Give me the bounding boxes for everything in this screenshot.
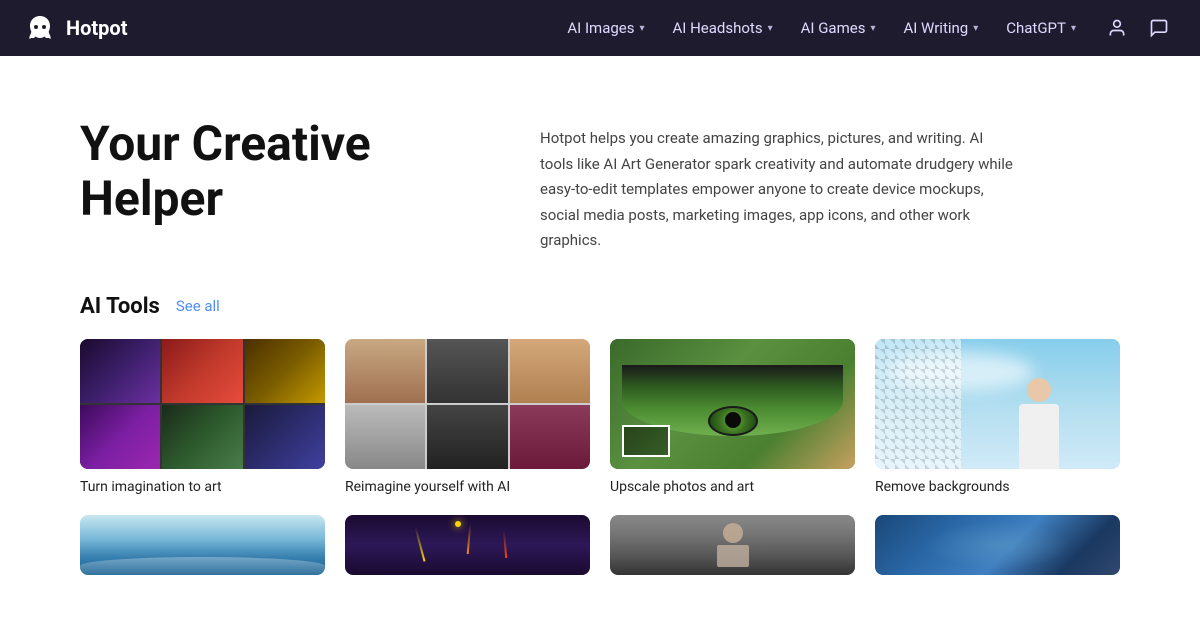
tool-label-remove-bg: Remove backgrounds [875, 479, 1120, 495]
mosaic-cell [427, 339, 507, 403]
mosaic-cell [510, 405, 590, 469]
nav-item-ai-games[interactable]: AI Games ▾ [789, 11, 888, 45]
tool-card-fireworks[interactable] [345, 515, 590, 585]
brand-logo[interactable]: Hotpot [24, 12, 127, 44]
brand-name: Hotpot [66, 16, 127, 40]
hero-right: Hotpot helps you create amazing graphics… [540, 116, 1120, 254]
nav-label-chatgpt: ChatGPT [1006, 19, 1066, 37]
nav-item-ai-headshots[interactable]: AI Headshots ▾ [661, 11, 785, 45]
person-mosaic [345, 339, 590, 469]
tool-card-reimagine[interactable]: Reimagine yourself with AI [345, 339, 590, 495]
navbar: Hotpot AI Images ▾ AI Headshots ▾ AI Gam… [0, 0, 1200, 56]
tools-section-title: AI Tools [80, 294, 160, 319]
user-icon [1107, 18, 1127, 38]
mosaic-cell [162, 339, 242, 403]
mosaic-cell [245, 405, 325, 469]
remove-bg-visual [875, 339, 1120, 469]
tool-image-imagination [80, 339, 325, 469]
chevron-down-icon: ▾ [768, 23, 773, 34]
tool-image-reimagine [345, 339, 590, 469]
navbar-nav: AI Images ▾ AI Headshots ▾ AI Games ▾ AI… [555, 11, 1176, 45]
nav-item-chatgpt[interactable]: ChatGPT ▾ [994, 11, 1088, 45]
tools-section: AI Tools See all Turn imagination to art [0, 294, 1200, 625]
mosaic-cell [510, 339, 590, 403]
tool-image-portrait [610, 515, 855, 575]
hero-left: Your Creative Helper [80, 116, 460, 226]
mosaic-cell [345, 339, 425, 403]
tool-card-remove-bg[interactable]: Remove backgrounds [875, 339, 1120, 495]
tool-label-reimagine: Reimagine yourself with AI [345, 479, 590, 495]
tool-label-imagination: Turn imagination to art [80, 479, 325, 495]
tools-header: AI Tools See all [80, 294, 1120, 319]
nav-label-ai-images: AI Images [567, 19, 634, 37]
hero-description: Hotpot helps you create amazing graphics… [540, 126, 1020, 254]
upscale-thumbnail [622, 425, 670, 457]
tool-label-upscale: Upscale photos and art [610, 479, 855, 495]
mosaic-cell [80, 405, 160, 469]
tool-card-enhance[interactable] [80, 515, 325, 585]
upscale-visual [610, 339, 855, 469]
nav-item-ai-writing[interactable]: AI Writing ▾ [891, 11, 990, 45]
tool-image-fireworks [345, 515, 590, 575]
chevron-down-icon: ▾ [973, 23, 978, 34]
art-mosaic [80, 339, 325, 469]
nav-label-ai-headshots: AI Headshots [673, 19, 763, 37]
chevron-down-icon: ▾ [639, 23, 644, 34]
navbar-icons [1100, 11, 1176, 45]
mosaic-cell [245, 339, 325, 403]
tool-image-enhance [80, 515, 325, 575]
chevron-down-icon: ▾ [1071, 23, 1076, 34]
hotpot-icon [24, 12, 56, 44]
tool-card-imagination[interactable]: Turn imagination to art [80, 339, 325, 495]
tools-grid: Turn imagination to art Reimagine yourse… [80, 339, 1120, 585]
nav-label-ai-games: AI Games [801, 19, 866, 37]
mosaic-cell [80, 339, 160, 403]
tool-card-portrait[interactable] [610, 515, 855, 585]
chevron-down-icon: ▾ [870, 23, 875, 34]
tool-card-upscale[interactable]: Upscale photos and art [610, 339, 855, 495]
tool-image-upscale [610, 339, 855, 469]
hero-section: Your Creative Helper Hotpot helps you cr… [0, 56, 1200, 294]
nav-item-ai-images[interactable]: AI Images ▾ [555, 11, 656, 45]
message-icon-button[interactable] [1142, 11, 1176, 45]
tool-image-painting [875, 515, 1120, 575]
nav-label-ai-writing: AI Writing [903, 19, 968, 37]
see-all-link[interactable]: See all [176, 297, 220, 315]
mosaic-cell [162, 405, 242, 469]
tool-image-remove-bg [875, 339, 1120, 469]
message-icon [1149, 18, 1169, 38]
tool-card-painting[interactable] [875, 515, 1120, 585]
user-icon-button[interactable] [1100, 11, 1134, 45]
mosaic-cell [345, 405, 425, 469]
mosaic-cell [427, 405, 507, 469]
hero-title: Your Creative Helper [80, 116, 460, 226]
